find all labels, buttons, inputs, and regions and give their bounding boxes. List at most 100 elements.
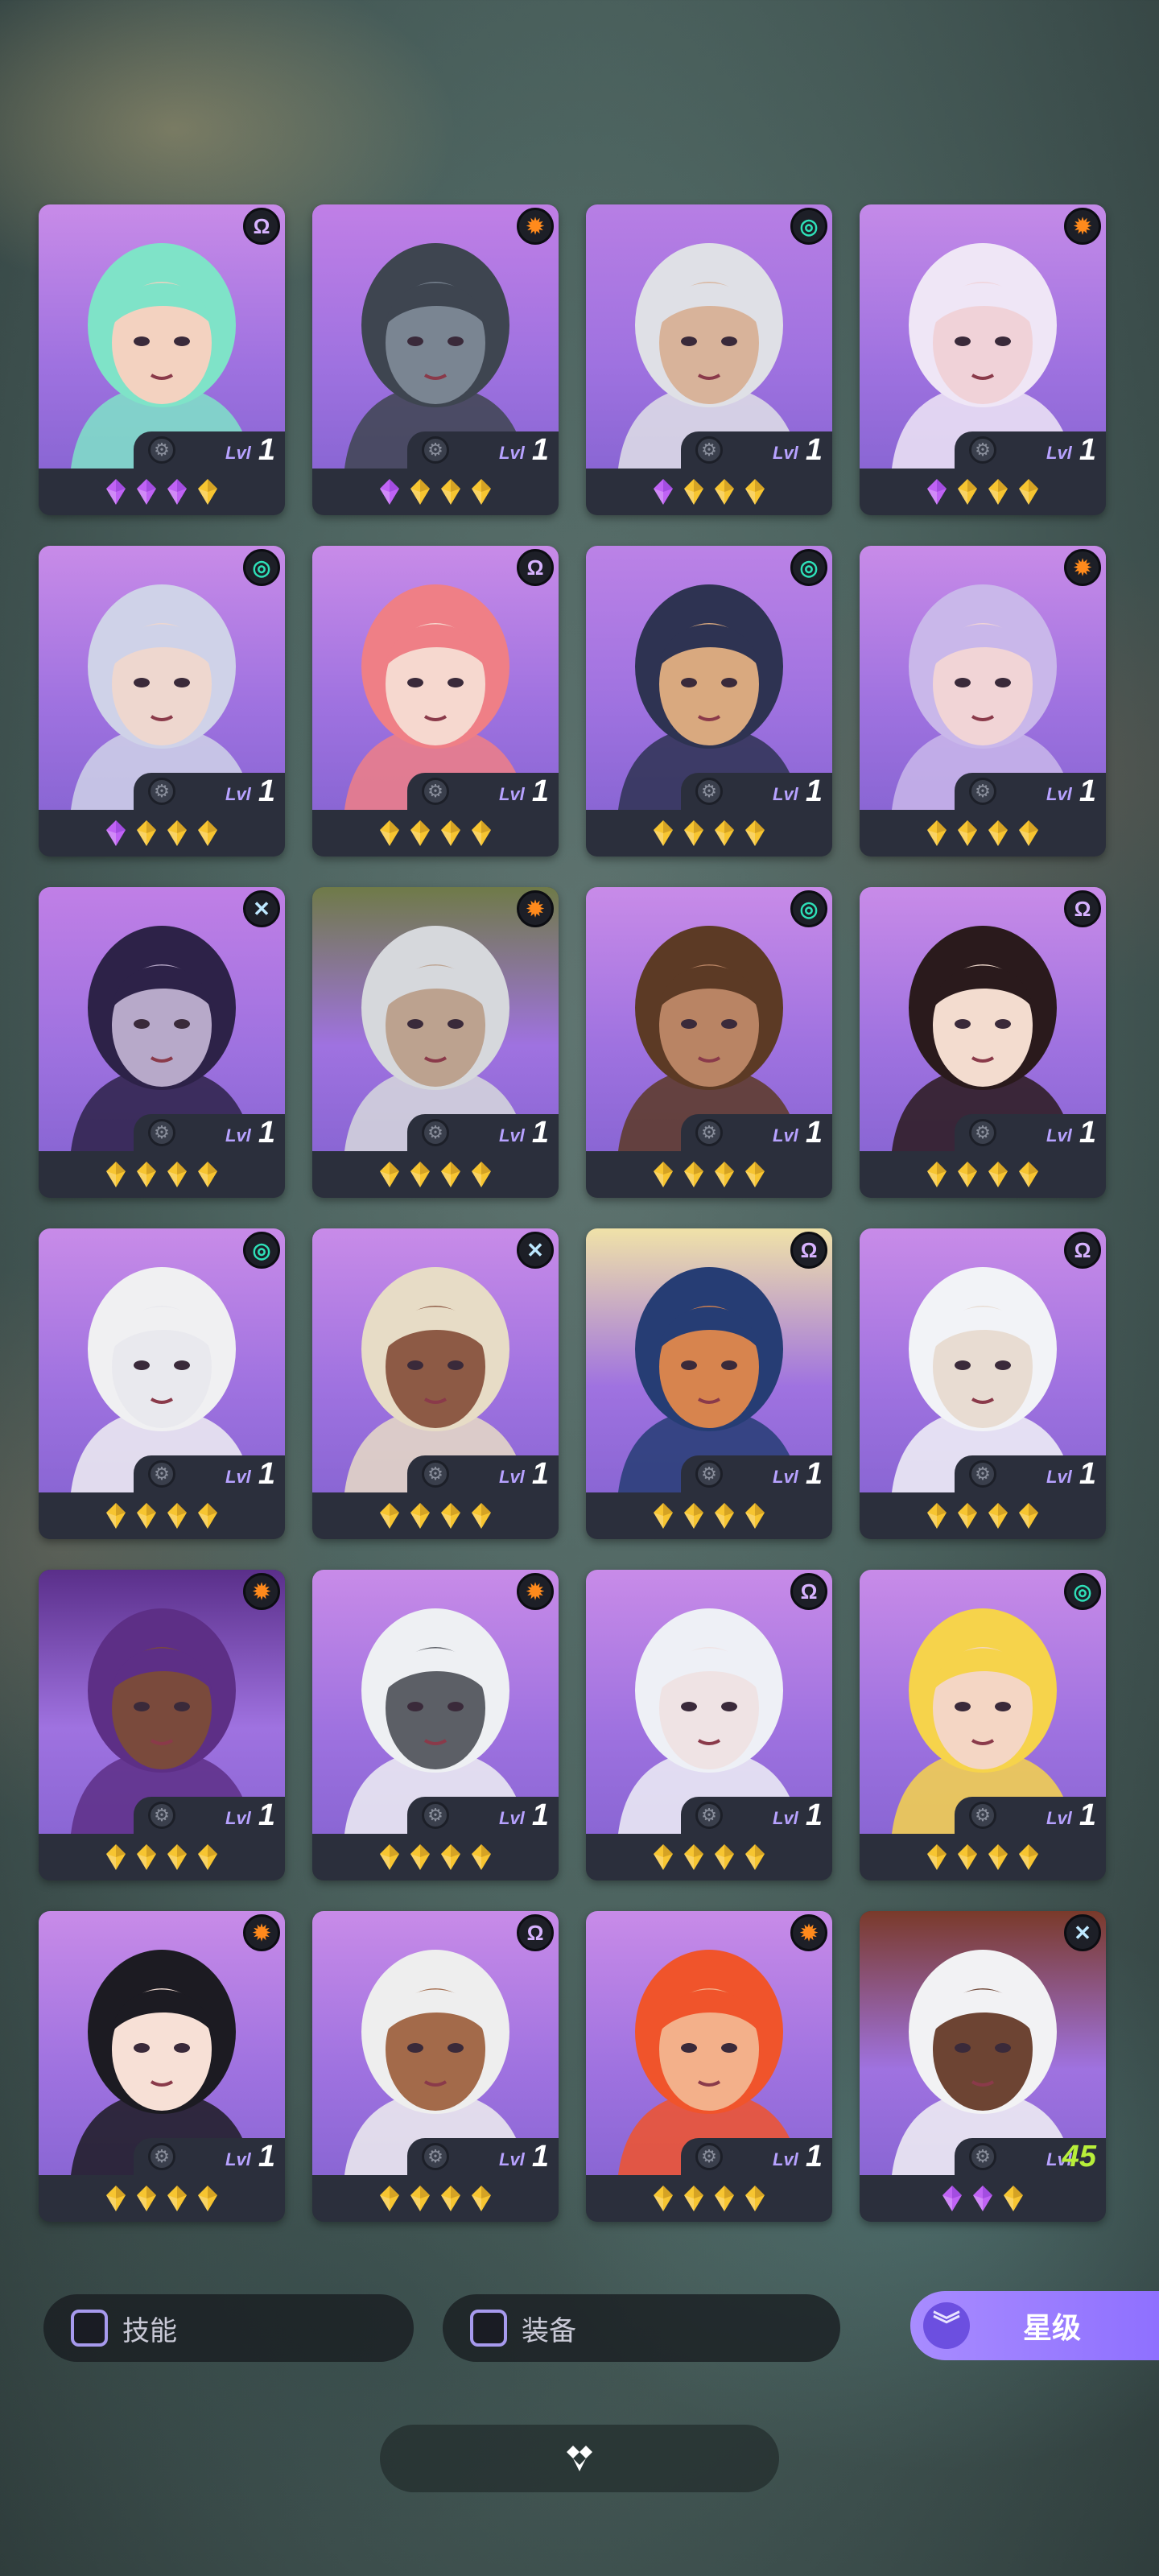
hero-card[interactable]: ◎ ⚙ Lvl 1 [586,887,832,1198]
hero-card[interactable]: ✹ ⚙ Lvl 1 [860,204,1106,515]
sun-icon: ✹ [517,1573,554,1610]
gold-gem-icon [410,2186,430,2211]
sun-icon: ✹ [517,890,554,927]
hero-card[interactable]: ◎ ⚙ Lvl 1 [39,546,285,857]
expand-panel-button[interactable] [380,2425,779,2492]
gold-gem-icon [1004,2186,1023,2211]
gear-slot-icon: ⚙ [422,778,449,805]
level-label: Lvl [499,2149,525,2169]
hero-card[interactable]: Ω ⚙ Lvl 1 [312,1911,559,2222]
hero-card[interactable]: ✹ ⚙ Lvl 1 [39,1570,285,1880]
level-label: Lvl [773,1467,798,1487]
ghost-icon: Ω [790,1232,827,1269]
hero-portrait [39,546,285,810]
star-rating [312,813,559,853]
hero-card[interactable]: Ω ⚙ Lvl 1 [39,204,285,515]
hero-card[interactable]: ◎ ⚙ Lvl 1 [39,1228,285,1539]
gold-gem-icon [684,479,703,505]
gear-slot-icon: ⚙ [695,1802,723,1829]
star-rating [39,1496,285,1536]
gold-gem-icon [684,1503,703,1529]
equipment-filter-toggle[interactable]: 装备 [443,2294,840,2362]
level-label: Lvl [1046,784,1072,804]
hero-card[interactable]: Ω ⚙ Lvl 1 [860,887,1106,1198]
gold-gem-icon [167,820,187,846]
star-rating [860,472,1106,512]
gold-gem-icon [380,1162,399,1187]
sun-icon: ✹ [243,1914,280,1951]
star-rating [860,1496,1106,1536]
hero-card[interactable]: Ω ⚙ Lvl 1 [312,546,559,857]
star-rating [312,1837,559,1877]
gold-gem-icon [745,820,765,846]
level-label: Lvl [225,1808,251,1828]
hero-grid: Ω ⚙ Lvl 1 ✹ ⚙ Lvl 1 ◎ ⚙ Lvl 1 ✹ ⚙ Lvl 1 ◎ ⚙ Lvl 1 Ω ⚙ Lvl 1 ◎ ⚙ Lv… [39,204,1106,2222]
gold-gem-icon [106,2186,126,2211]
gold-gem-icon [958,1503,977,1529]
hero-portrait [39,1570,285,1834]
hero-card[interactable]: ◎ ⚙ Lvl 1 [586,204,832,515]
gold-gem-icon [958,820,977,846]
hero-portrait [586,1570,832,1834]
hero-card[interactable]: ◎ ⚙ Lvl 1 [860,1570,1106,1880]
ghost-icon: Ω [243,208,280,245]
hero-card[interactable]: Ω ⚙ Lvl 1 [586,1570,832,1880]
hero-card[interactable]: ✹ ⚙ Lvl 1 [312,1570,559,1880]
level-label: Lvl [773,784,798,804]
gold-gem-icon [1019,479,1038,505]
gold-gem-icon [441,820,460,846]
level-value: 1 [531,1798,549,1832]
gold-gem-icon [745,1844,765,1870]
level-label: Lvl [499,443,525,463]
ghost-icon: Ω [517,549,554,586]
hero-card[interactable]: ✹ ⚙ Lvl 1 [39,1911,285,2222]
hero-portrait [312,1228,559,1492]
gold-gem-icon [106,1503,126,1529]
level-label: Lvl [773,1808,798,1828]
level-value: 1 [258,774,275,808]
gold-gem-icon [380,2186,399,2211]
hero-card[interactable]: ✕ ⚙ Lvl 45 [860,1911,1106,2222]
gold-gem-icon [988,1162,1008,1187]
star-rating [39,1837,285,1877]
level-value: 1 [805,1116,823,1150]
hero-card[interactable]: ✹ ⚙ Lvl 1 [860,546,1106,857]
gear-slot-icon: ⚙ [969,436,996,464]
level-value: 1 [531,433,549,467]
hero-portrait [312,1911,559,2175]
swirl-icon: ◎ [243,549,280,586]
hero-card[interactable]: ✹ ⚙ Lvl 1 [586,1911,832,2222]
gear-slot-icon: ⚙ [695,778,723,805]
gold-gem-icon [654,1162,673,1187]
level-value: 1 [1079,1116,1096,1150]
skill-filter-toggle[interactable]: 技能 [43,2294,414,2362]
hero-card[interactable]: Ω ⚙ Lvl 1 [586,1228,832,1539]
gold-gem-icon [927,820,947,846]
hero-card[interactable]: Ω ⚙ Lvl 1 [860,1228,1106,1539]
gear-slot-icon: ⚙ [695,1460,723,1488]
cross-icon: ✕ [517,1232,554,1269]
level-value: 1 [805,774,823,808]
gold-gem-icon [106,1844,126,1870]
gear-slot-icon: ⚙ [422,1460,449,1488]
gear-slot-icon: ⚙ [422,1802,449,1829]
hero-portrait [860,1911,1106,2175]
hero-portrait [39,204,285,469]
hero-portrait [586,204,832,469]
gold-gem-icon [745,2186,765,2211]
equipment-checkbox[interactable] [470,2310,507,2347]
hero-card[interactable]: ✹ ⚙ Lvl 1 [312,204,559,515]
ghost-icon: Ω [1064,890,1101,927]
star-rating [312,1496,559,1536]
star-level-sort-button[interactable]: ︾ 星级 [910,2291,1159,2360]
hero-card[interactable]: ◎ ⚙ Lvl 1 [586,546,832,857]
gold-gem-icon [715,820,734,846]
gold-gem-icon [198,820,217,846]
skill-checkbox[interactable] [71,2310,108,2347]
hero-card[interactable]: ✕ ⚙ Lvl 1 [39,887,285,1198]
star-rating [312,2178,559,2219]
gold-gem-icon [988,1844,1008,1870]
gold-gem-icon [198,479,217,505]
hero-card[interactable]: ✕ ⚙ Lvl 1 [312,1228,559,1539]
hero-card[interactable]: ✹ ⚙ Lvl 1 [312,887,559,1198]
